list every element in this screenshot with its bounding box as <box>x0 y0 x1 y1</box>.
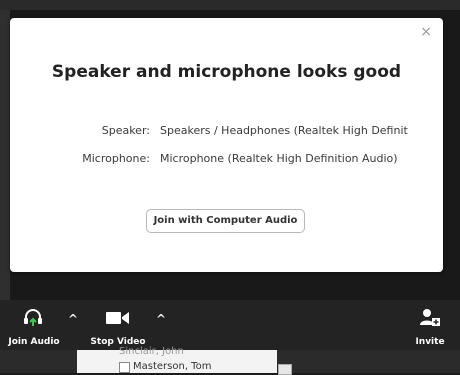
invite-label: Invite <box>415 337 445 347</box>
scrollbar[interactable] <box>278 364 292 375</box>
invite-button[interactable]: Invite <box>410 306 450 348</box>
dialog-title: Speaker and microphone looks good <box>51 62 402 82</box>
left-panel-strip <box>0 10 10 300</box>
join-audio-label: Join Audio <box>8 337 60 347</box>
microphone-value: Microphone (Realtek High Definition Audi… <box>160 152 398 165</box>
close-icon[interactable]: × <box>420 24 432 40</box>
stop-video-button[interactable]: Stop Video <box>88 306 148 348</box>
window-top-strip <box>0 0 460 10</box>
audio-options-chevron-icon[interactable]: ^ <box>68 312 78 326</box>
list-item: Sinclair, John <box>119 346 184 357</box>
add-participant-icon <box>420 309 440 326</box>
headphones-icon <box>24 309 42 326</box>
video-options-chevron-icon[interactable]: ^ <box>156 312 166 326</box>
participant-checkbox[interactable] <box>119 362 130 373</box>
list-item: Masterson, Tom <box>133 361 212 372</box>
meeting-toolbar: Join Audio ^ Stop Video ^ Invite <box>0 300 460 350</box>
audio-check-dialog: × Speaker and microphone looks good Spea… <box>10 18 443 272</box>
participants-list: Sinclair, John Masterson, Tom <box>77 346 277 373</box>
video-camera-icon <box>106 312 129 324</box>
speaker-label: Speaker: <box>101 124 150 137</box>
join-audio-button[interactable]: Join Audio <box>4 306 64 348</box>
join-computer-audio-button[interactable]: Join with Computer Audio <box>146 209 305 233</box>
microphone-label: Microphone: <box>82 152 150 165</box>
speaker-value: Speakers / Headphones (Realtek High Defi… <box>160 124 408 137</box>
